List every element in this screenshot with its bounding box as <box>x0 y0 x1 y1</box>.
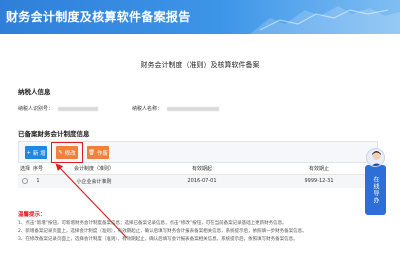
header-banner: 财务会计制度及核算软件备案报告 <box>0 0 400 34</box>
void-button-label: 作废 <box>96 150 108 157</box>
add-button[interactable]: + 新 增 <box>25 146 47 159</box>
row-number-cell: 1 <box>32 174 44 188</box>
assistant-avatar-icon <box>366 148 385 167</box>
void-button[interactable]: 🗑 作废 <box>87 146 109 159</box>
tips-title: 温馨提示： <box>18 212 46 218</box>
great-wall-decoration-icon <box>250 6 400 34</box>
column-header: 有效期止 <box>260 163 378 175</box>
column-header: 会计制度（准则） <box>44 163 144 175</box>
add-button-label: 新 增 <box>32 150 46 157</box>
valid-to-cell: 9999-12-31 <box>260 174 378 188</box>
table-header-row: 选择 序号 会计制度（准则） 有效期起 有效期止 <box>18 163 378 175</box>
taxpayer-name-label: 纳税人名称： <box>132 106 163 112</box>
page-title: 财务会计制度（准则）及核算软件备案 <box>140 61 260 69</box>
plus-icon: + <box>26 149 31 156</box>
taxpayer-name-value-blurred <box>166 106 219 111</box>
row-select-cell[interactable] <box>18 174 32 188</box>
taxpayer-name-field: 纳税人名称： <box>132 105 219 112</box>
accounting-system-cell: 小企业会计准则 <box>44 174 144 188</box>
tip-line: 2、新增备案记录页面上，选择会计制度（准则），有效期起止，确认后填写财务会计报表… <box>18 229 307 234</box>
table-row[interactable]: 1 小企业会计准则 2016-07-01 9999-12-31 <box>18 174 378 188</box>
taxpayer-id-value-blurred <box>57 106 98 111</box>
tips-box: 温馨提示： 1、点击“新增”按钮，可新增财务会计制度备案信息；选择已备案记录信息… <box>18 211 348 244</box>
tip-line: 3、在修改备案记录页面上，选择会计制度（准则），有效期起止，确认后填写会计报表备… <box>18 237 298 242</box>
edit-button-label: 修改 <box>64 150 76 157</box>
online-help-widget[interactable]: 在线导办 <box>363 148 388 216</box>
records-toolbar: + 新 增 ✎ 修改 🗑 作废 <box>18 141 378 163</box>
records-table: 选择 序号 会计制度（准则） 有效期起 有效期止 1 小企业会计准则 2016-… <box>18 163 378 188</box>
column-header: 序号 <box>32 163 44 175</box>
tip-line: 1、点击“新增”按钮，可新增财务会计制度备案信息；选择已备案记录信息，点击“修改… <box>18 221 287 226</box>
pencil-icon: ✎ <box>58 149 63 156</box>
column-header: 有效期起 <box>144 163 260 175</box>
banner-title: 财务会计制度及核算软件备案报告 <box>6 10 191 24</box>
valid-from-cell: 2016-07-01 <box>144 174 260 188</box>
records-section-title: 已备案财务会计制度信息 <box>18 130 90 138</box>
online-help-label[interactable]: 在线导办 <box>365 165 386 215</box>
taxpayer-info-title: 纳税人信息 <box>18 88 51 96</box>
trash-icon: 🗑 <box>88 149 95 156</box>
taxpayer-id-label: 纳税人识别号： <box>18 106 54 112</box>
edit-button[interactable]: ✎ 修改 <box>56 146 78 159</box>
taxpayer-id-field: 纳税人识别号： <box>18 105 98 112</box>
column-header: 选择 <box>18 163 32 175</box>
edit-button-highlight: ✎ 修改 <box>51 142 83 163</box>
row-radio-button[interactable] <box>22 178 28 184</box>
